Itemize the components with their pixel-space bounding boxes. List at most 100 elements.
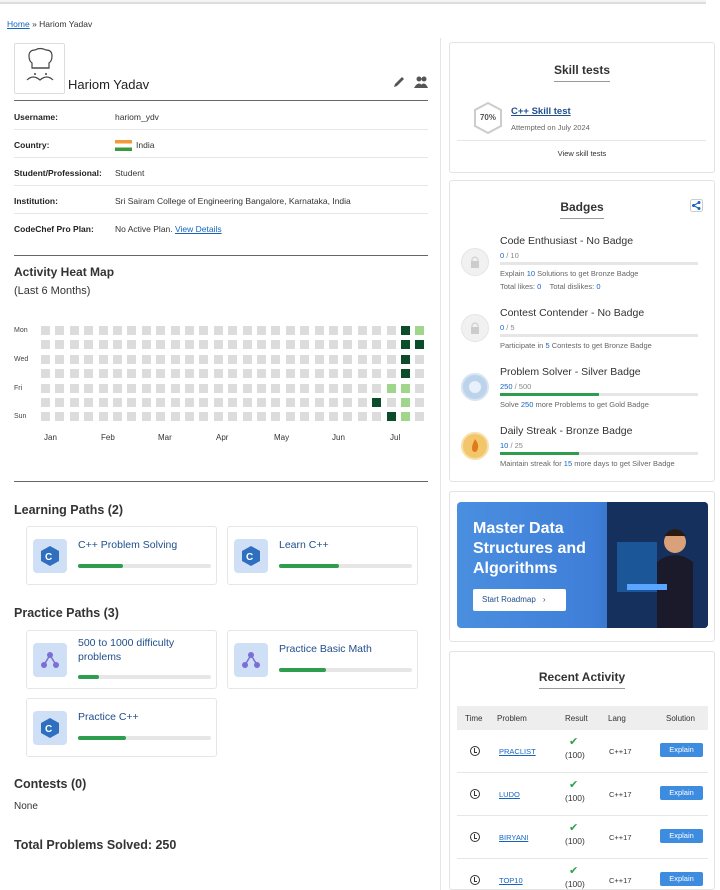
heatmap-cell[interactable] xyxy=(141,326,151,335)
heatmap-cell[interactable] xyxy=(242,354,252,364)
heatmap-cell[interactable] xyxy=(156,369,166,379)
heatmap-cell[interactable] xyxy=(386,326,396,335)
heatmap-cell[interactable] xyxy=(401,326,410,335)
view-details-link[interactable]: View Details xyxy=(175,224,222,234)
heatmap-cell[interactable] xyxy=(84,354,94,364)
heatmap-cell[interactable] xyxy=(185,326,194,335)
heatmap-cell[interactable] xyxy=(170,383,180,393)
heatmap-cell[interactable] xyxy=(343,383,353,393)
heatmap-cell[interactable] xyxy=(199,398,209,407)
heatmap-cell[interactable] xyxy=(386,369,396,379)
practice-path-card[interactable]: Practice Basic Math xyxy=(227,630,418,689)
heatmap-cell[interactable] xyxy=(257,412,266,422)
heatmap-cell[interactable] xyxy=(415,412,425,422)
heatmap-cell[interactable] xyxy=(141,369,151,379)
heatmap-cell[interactable] xyxy=(257,326,266,335)
heatmap-cell[interactable] xyxy=(213,369,223,379)
heatmap-cell[interactable] xyxy=(343,340,353,350)
heatmap-cell[interactable] xyxy=(98,383,108,393)
path-title[interactable]: Practice C++ xyxy=(78,711,213,725)
heatmap-cell[interactable] xyxy=(84,398,94,407)
heatmap-cell[interactable] xyxy=(343,398,353,407)
heatmap-cell[interactable] xyxy=(84,326,94,335)
heatmap-cell[interactable] xyxy=(199,369,209,379)
edit-pencil-icon[interactable] xyxy=(393,76,405,88)
heatmap-cell[interactable] xyxy=(185,383,194,393)
heatmap-cell[interactable] xyxy=(141,412,151,422)
heatmap-cell[interactable] xyxy=(314,340,324,350)
heatmap-cell[interactable] xyxy=(329,369,338,379)
heatmap-cell[interactable] xyxy=(242,383,252,393)
heatmap-cell[interactable] xyxy=(127,354,137,364)
heatmap-cell[interactable] xyxy=(127,412,137,422)
heatmap-cell[interactable] xyxy=(113,326,122,335)
heatmap-cell[interactable] xyxy=(271,383,281,393)
heatmap-cell[interactable] xyxy=(185,398,194,407)
heatmap-cell[interactable] xyxy=(386,354,396,364)
heatmap-cell[interactable] xyxy=(372,369,382,379)
heatmap-cell[interactable] xyxy=(213,398,223,407)
heatmap-cell[interactable] xyxy=(127,398,137,407)
heatmap-cell[interactable] xyxy=(199,340,209,350)
heatmap-cell[interactable] xyxy=(242,340,252,350)
explain-button[interactable]: Explain xyxy=(660,829,703,843)
heatmap-cell[interactable] xyxy=(55,398,65,407)
learning-path-card[interactable]: C Learn C++ xyxy=(227,526,418,585)
heatmap-cell[interactable] xyxy=(386,340,396,350)
heatmap-cell[interactable] xyxy=(300,398,310,407)
heatmap-cell[interactable] xyxy=(213,412,223,422)
heatmap-cell[interactable] xyxy=(69,412,79,422)
heatmap-cell[interactable] xyxy=(228,354,238,364)
heatmap-cell[interactable] xyxy=(228,383,238,393)
heatmap-cell[interactable] xyxy=(98,369,108,379)
dsa-banner[interactable]: Master Data Structures and Algorithms St… xyxy=(457,502,708,628)
breadcrumb-home-link[interactable]: Home xyxy=(7,19,30,29)
heatmap-cell[interactable] xyxy=(98,326,108,335)
heatmap-cell[interactable] xyxy=(141,354,151,364)
heatmap-cell[interactable] xyxy=(185,340,194,350)
heatmap-cell[interactable] xyxy=(55,412,65,422)
heatmap-cell[interactable] xyxy=(372,340,382,350)
heatmap-cell[interactable] xyxy=(41,326,50,335)
heatmap-cell[interactable] xyxy=(156,354,166,364)
heatmap-cell[interactable] xyxy=(228,326,238,335)
heatmap-cell[interactable] xyxy=(285,354,295,364)
heatmap-cell[interactable] xyxy=(357,340,367,350)
heatmap-cell[interactable] xyxy=(127,369,137,379)
heatmap-cell[interactable] xyxy=(415,383,425,393)
heatmap-cell[interactable] xyxy=(372,326,382,335)
heatmap-cell[interactable] xyxy=(69,369,79,379)
heatmap-cell[interactable] xyxy=(113,354,122,364)
heatmap-cell[interactable] xyxy=(285,326,295,335)
heatmap-cell[interactable] xyxy=(55,369,65,379)
heatmap-cell[interactable] xyxy=(55,383,65,393)
heatmap-cell[interactable] xyxy=(69,383,79,393)
heatmap-cell[interactable] xyxy=(357,354,367,364)
heatmap-cell[interactable] xyxy=(372,412,382,422)
learning-path-card[interactable]: C C++ Problem Solving xyxy=(26,526,217,585)
heatmap-cell[interactable] xyxy=(199,326,209,335)
heatmap-cell[interactable] xyxy=(84,412,94,422)
heatmap-cell[interactable] xyxy=(401,412,410,422)
explain-button[interactable]: Explain xyxy=(660,743,703,757)
heatmap-cell[interactable] xyxy=(300,412,310,422)
heatmap-cell[interactable] xyxy=(343,354,353,364)
heatmap-cell[interactable] xyxy=(271,354,281,364)
heatmap-cell[interactable] xyxy=(69,326,79,335)
heatmap-cell[interactable] xyxy=(343,326,353,335)
heatmap-cell[interactable] xyxy=(170,340,180,350)
heatmap-cell[interactable] xyxy=(156,340,166,350)
heatmap-cell[interactable] xyxy=(113,398,122,407)
practice-path-card[interactable]: C Practice C++ xyxy=(26,698,217,757)
heatmap-cell[interactable] xyxy=(357,326,367,335)
share-icon[interactable] xyxy=(690,199,703,212)
heatmap-cell[interactable] xyxy=(141,340,151,350)
heatmap-cell[interactable] xyxy=(257,354,266,364)
heatmap-cell[interactable] xyxy=(170,354,180,364)
heatmap-cell[interactable] xyxy=(329,354,338,364)
heatmap-cell[interactable] xyxy=(156,326,166,335)
heatmap-cell[interactable] xyxy=(199,354,209,364)
heatmap-cell[interactable] xyxy=(228,369,238,379)
heatmap-cell[interactable] xyxy=(271,369,281,379)
heatmap-cell[interactable] xyxy=(329,340,338,350)
